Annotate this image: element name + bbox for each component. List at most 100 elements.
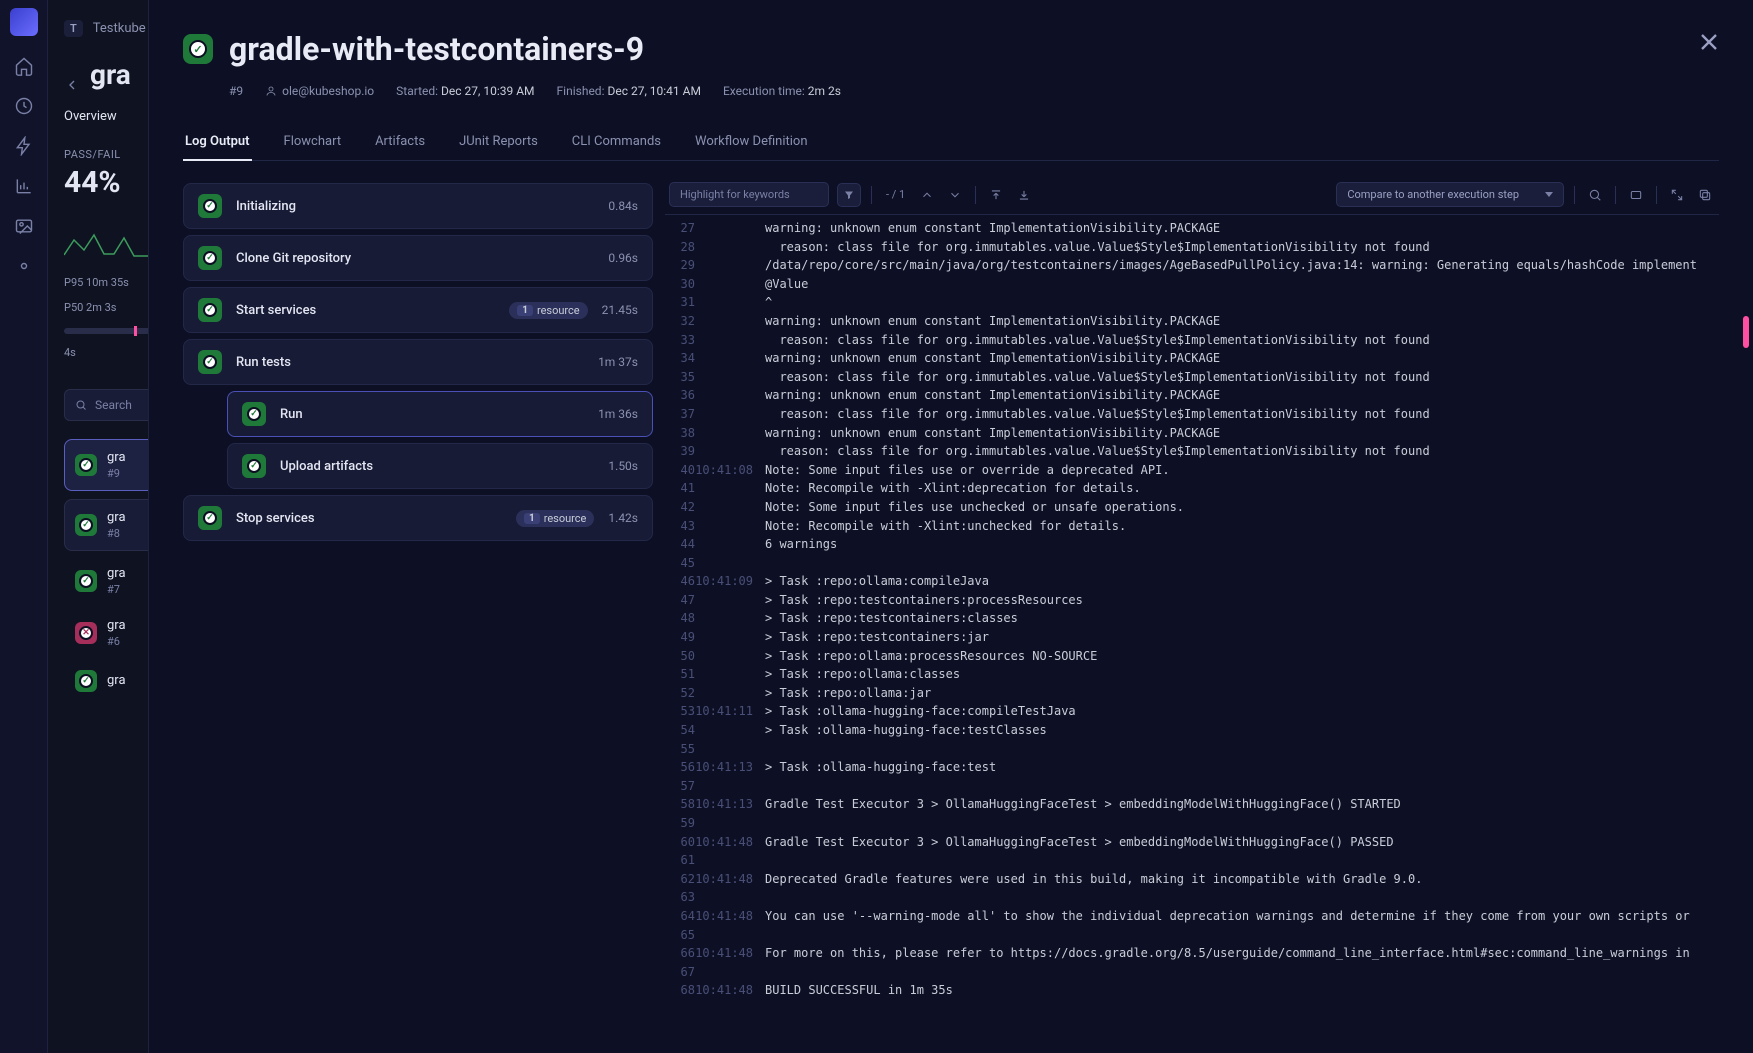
- step-row[interactable]: ✓ Stop services 1resource 1.42s: [183, 495, 653, 541]
- log-line: 33 reason: class file for org.immutables…: [665, 331, 1719, 350]
- exec-time-meta: Execution time: 2m 2s: [723, 84, 841, 98]
- status-badge: ✓: [75, 670, 97, 692]
- run-number: #9: [107, 467, 126, 480]
- status-badge: ✓: [198, 194, 222, 218]
- log-line: 6810:41:48BUILD SUCCESSFUL in 1m 35s: [665, 981, 1719, 1000]
- back-arrow-icon[interactable]: [64, 67, 80, 83]
- search-icon[interactable]: [1585, 185, 1605, 205]
- run-number: #6: [107, 635, 126, 648]
- log-line: 54> Task :ollama-hugging-face:testClasse…: [665, 721, 1719, 740]
- tab-cli-commands[interactable]: CLI Commands: [570, 124, 663, 161]
- log-line: 5310:41:11> Task :ollama-hugging-face:co…: [665, 702, 1719, 721]
- step-row[interactable]: ✓ Start services 1resource 21.45s: [183, 287, 653, 333]
- started-meta: Started: Dec 27, 10:39 AM: [396, 84, 534, 98]
- step-row[interactable]: ✓ Clone Git repository 0.96s: [183, 235, 653, 281]
- step-duration: 0.84s: [608, 199, 638, 213]
- log-line: 49> Task :repo:testcontainers:jar: [665, 628, 1719, 647]
- step-row[interactable]: ✓ Upload artifacts 1.50s: [227, 443, 653, 489]
- status-badge: ✓: [75, 570, 97, 592]
- prev-match-icon[interactable]: [917, 185, 937, 205]
- tab-artifacts[interactable]: Artifacts: [373, 124, 427, 161]
- tab-junit-reports[interactable]: JUnit Reports: [457, 124, 540, 161]
- log-line: 27warning: unknown enum constant Impleme…: [665, 219, 1719, 238]
- step-name: Upload artifacts: [280, 459, 594, 474]
- step-name: Stop services: [236, 511, 502, 526]
- log-line: 4010:41:08Note: Some input files use or …: [665, 461, 1719, 480]
- app-sidebar: [0, 0, 48, 1053]
- tab-workflow-definition[interactable]: Workflow Definition: [693, 124, 810, 161]
- log-line: 29/data/repo/core/src/main/java/org/test…: [665, 256, 1719, 275]
- step-duration: 1m 37s: [598, 355, 638, 369]
- log-line: 41Note: Recompile with -Xlint:deprecatio…: [665, 479, 1719, 498]
- log-line: 6410:41:48You can use '--warning-mode al…: [665, 907, 1719, 926]
- tab-log-output[interactable]: Log Output: [183, 124, 252, 161]
- status-badge: ✓: [198, 246, 222, 270]
- log-scrollbar[interactable]: [1741, 280, 1749, 1045]
- log-line: 5810:41:13Gradle Test Executor 3 > Ollam…: [665, 795, 1719, 814]
- log-content[interactable]: 27warning: unknown enum constant Impleme…: [665, 215, 1719, 1053]
- status-badge: ✓: [198, 298, 222, 322]
- status-badge: ✓: [242, 402, 266, 426]
- log-line: 5610:41:13> Task :ollama-hugging-face:te…: [665, 758, 1719, 777]
- scroll-top-icon[interactable]: [986, 185, 1006, 205]
- scroll-thumb[interactable]: [1743, 316, 1749, 348]
- step-row[interactable]: ✓ Initializing 0.84s: [183, 183, 653, 229]
- resource-badge: 1resource: [509, 302, 587, 319]
- expand-icon[interactable]: [1667, 185, 1687, 205]
- step-name: Run: [280, 407, 584, 422]
- log-line: 63: [665, 888, 1719, 907]
- log-line: 36warning: unknown enum constant Impleme…: [665, 386, 1719, 405]
- status-badge: ✓: [75, 454, 97, 476]
- log-line: 65: [665, 926, 1719, 945]
- log-line: 51> Task :repo:ollama:classes: [665, 665, 1719, 684]
- scroll-bottom-icon[interactable]: [1014, 185, 1034, 205]
- step-row[interactable]: ✓ Run tests 1m 37s: [183, 339, 653, 385]
- status-badge: ✓: [242, 454, 266, 478]
- log-line: 37 reason: class file for org.immutables…: [665, 405, 1719, 424]
- run-status-badge: ✓: [183, 34, 213, 64]
- finished-meta: Finished: Dec 27, 10:41 AM: [557, 84, 701, 98]
- org-name[interactable]: Testkube: [93, 21, 146, 36]
- step-duration: 1m 36s: [598, 407, 638, 421]
- run-name: gra: [107, 510, 126, 525]
- tab-flowchart[interactable]: Flowchart: [282, 124, 344, 161]
- wrap-icon[interactable]: [1626, 185, 1646, 205]
- log-line: 35 reason: class file for org.immutables…: [665, 368, 1719, 387]
- status-badge: ✓: [198, 506, 222, 530]
- log-line: 45: [665, 554, 1719, 573]
- image-icon[interactable]: [14, 216, 34, 236]
- compare-step-select[interactable]: Compare to another execution step: [1336, 182, 1564, 207]
- next-match-icon[interactable]: [945, 185, 965, 205]
- bolt-icon[interactable]: [14, 136, 34, 156]
- log-line: 48> Task :repo:testcontainers:classes: [665, 609, 1719, 628]
- run-number: #8: [107, 527, 126, 540]
- log-line: 55: [665, 740, 1719, 759]
- log-search-input[interactable]: Highlight for keywords: [669, 182, 829, 207]
- step-row[interactable]: ✓ Run 1m 36s: [227, 391, 653, 437]
- step-duration: 1.50s: [608, 459, 638, 473]
- runs-icon[interactable]: [14, 96, 34, 116]
- org-chip: T: [64, 20, 83, 37]
- page-title: gra: [90, 58, 131, 91]
- step-name: Initializing: [236, 199, 594, 214]
- log-line: 31^: [665, 293, 1719, 312]
- log-toolbar: Highlight for keywords - / 1 Compare to …: [665, 183, 1719, 215]
- run-id: #9: [229, 84, 243, 98]
- filter-icon[interactable]: [837, 183, 861, 207]
- close-icon[interactable]: [1695, 28, 1723, 56]
- chart-icon[interactable]: [14, 176, 34, 196]
- step-duration: 0.96s: [608, 251, 638, 265]
- app-logo: [10, 8, 38, 36]
- log-line: 6610:41:48For more on this, please refer…: [665, 944, 1719, 963]
- log-line: 57: [665, 777, 1719, 796]
- log-line: 50> Task :repo:ollama:processResources N…: [665, 647, 1719, 666]
- run-user: ole@kubeshop.io: [265, 84, 374, 98]
- log-line: 446 warnings: [665, 535, 1719, 554]
- modal-tabs: Log Output Flowchart Artifacts JUnit Report…: [183, 124, 1719, 161]
- copy-icon[interactable]: [1695, 185, 1715, 205]
- step-name: Clone Git repository: [236, 251, 594, 266]
- settings-icon[interactable]: [14, 256, 34, 276]
- run-name: gra: [107, 673, 126, 688]
- home-icon[interactable]: [14, 56, 34, 76]
- log-line: 61: [665, 851, 1719, 870]
